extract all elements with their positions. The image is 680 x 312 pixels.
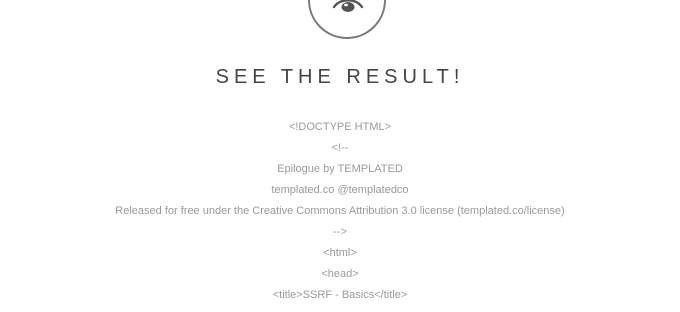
code-line: <!--: [331, 142, 349, 154]
section-heading: SEE THE RESULT!: [215, 66, 465, 88]
code-line: <title>SSRF - Basics</title>: [272, 289, 408, 301]
result-section: SEE THE RESULT! <!DOCTYPE HTML> <!-- Epi…: [0, 0, 680, 312]
code-line: Epilogue by TEMPLATED: [277, 163, 403, 175]
code-line: <html>: [323, 247, 357, 259]
code-line: -->: [333, 226, 347, 238]
code-line: <!DOCTYPE HTML>: [288, 121, 392, 133]
code-line: Released for free under the Creative Com…: [115, 205, 565, 217]
eye-icon-glyph: [332, 0, 364, 12]
source-code-listing: <!DOCTYPE HTML> <!-- Epilogue by TEMPLAT…: [0, 117, 680, 306]
eye-icon: [308, 0, 386, 39]
code-line: templated.co @templatedco: [271, 184, 409, 196]
code-line: <head>: [321, 268, 359, 280]
